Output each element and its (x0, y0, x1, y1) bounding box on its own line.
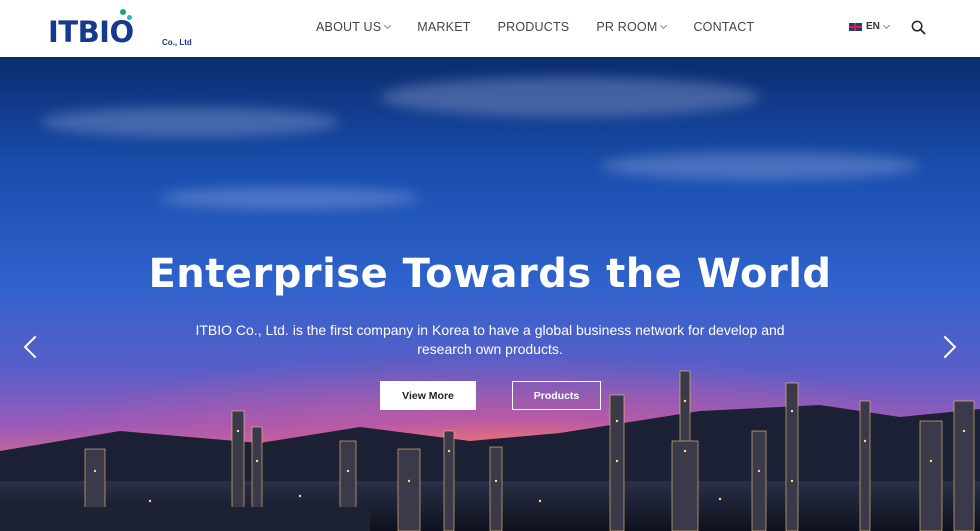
language-label: EN (866, 21, 880, 32)
nav-about-us-label: ABOUT US (316, 20, 382, 34)
nav-pr-room-label: PR ROOM (596, 20, 658, 34)
hero-title: Enterprise Towards the World (148, 251, 832, 297)
main-nav: ABOUT US MARKET PRODUCTS PR ROOM CONTACT (316, 20, 781, 34)
hero-slider: Enterprise Towards the World ITBIO Co., … (0, 57, 980, 531)
sky-cloud (40, 107, 340, 137)
refinery-skyline-image (0, 370, 980, 531)
search-icon[interactable] (911, 20, 926, 35)
sky-cloud (380, 77, 760, 117)
logo-subtext: Co., Ltd (162, 38, 192, 47)
site-header: ITBIO Co., Ltd ABOUT US MARKET PRODUCTS … (0, 0, 980, 57)
nav-about-us[interactable]: ABOUT US (316, 20, 392, 34)
hero-subtitle: ITBIO Co., Ltd. is the first company in … (195, 322, 785, 357)
nav-market-label: MARKET (417, 20, 471, 34)
nav-products-label: PRODUCTS (497, 20, 570, 34)
nav-products[interactable]: PRODUCTS (498, 20, 570, 34)
products-button[interactable]: Products (512, 381, 601, 410)
nav-pr-room[interactable]: PR ROOM (596, 20, 668, 34)
nav-contact-label: CONTACT (693, 20, 755, 34)
language-selector[interactable]: EN (849, 21, 890, 32)
nav-market[interactable]: MARKET (417, 20, 470, 34)
view-more-button[interactable]: View More (380, 381, 476, 410)
sky-cloud (600, 152, 920, 180)
uk-flag-icon (849, 22, 862, 31)
chevron-down-icon (660, 21, 668, 30)
chevron-down-icon (882, 21, 890, 29)
nav-contact[interactable]: CONTACT (693, 20, 754, 34)
logo-text: ITBIO (48, 15, 134, 49)
site-logo[interactable]: ITBIO Co., Ltd (48, 8, 208, 50)
sky-cloud (160, 187, 420, 209)
chevron-down-icon (384, 21, 392, 30)
